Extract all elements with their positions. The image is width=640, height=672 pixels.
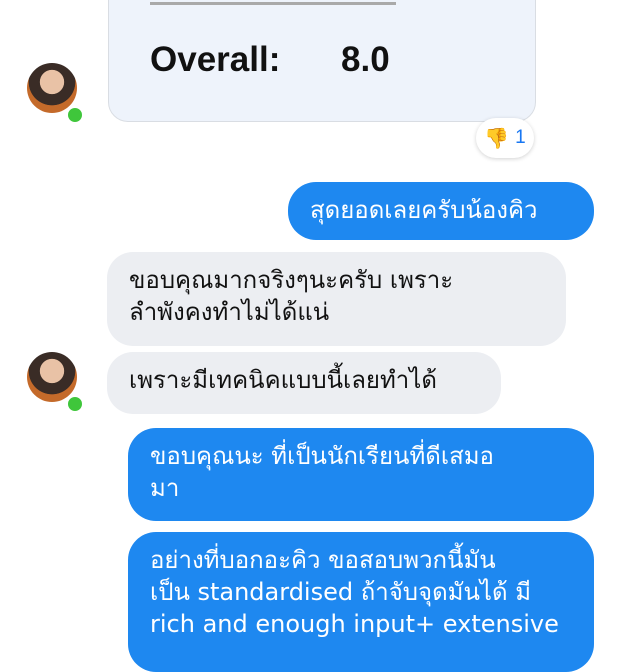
message-bubble-sent[interactable]: ขอบคุณนะ ที่เป็นนักเรียนที่ดีเสมอ มา [128,428,594,521]
score-value: 8.0 [341,40,390,79]
message-bubble-sent[interactable]: สุดยอดเลยครับน้องคิว [288,182,594,240]
message-bubble-received[interactable]: ขอบคุณมากจริงๆนะครับ เพราะ ลำพังคงทำไม่ไ… [107,252,566,346]
reaction-badge[interactable]: 👎 1 [476,118,534,158]
avatar[interactable] [27,63,77,113]
score-label: Overall: [150,40,281,79]
online-status-dot [66,106,84,124]
message-bubble-sent[interactable]: อย่างที่บอกอะคิว ขอสอบพวกนี้มัน เป็น sta… [128,532,594,672]
online-status-dot [66,395,84,413]
thumbs-down-icon: 👎 [484,126,510,150]
message-bubble-received[interactable]: เพราะมีเทคนิคแบบนี้เลยทำได้ [107,352,501,414]
avatar[interactable] [27,352,77,402]
score-divider [150,2,396,5]
reaction-count: 1 [515,127,526,148]
